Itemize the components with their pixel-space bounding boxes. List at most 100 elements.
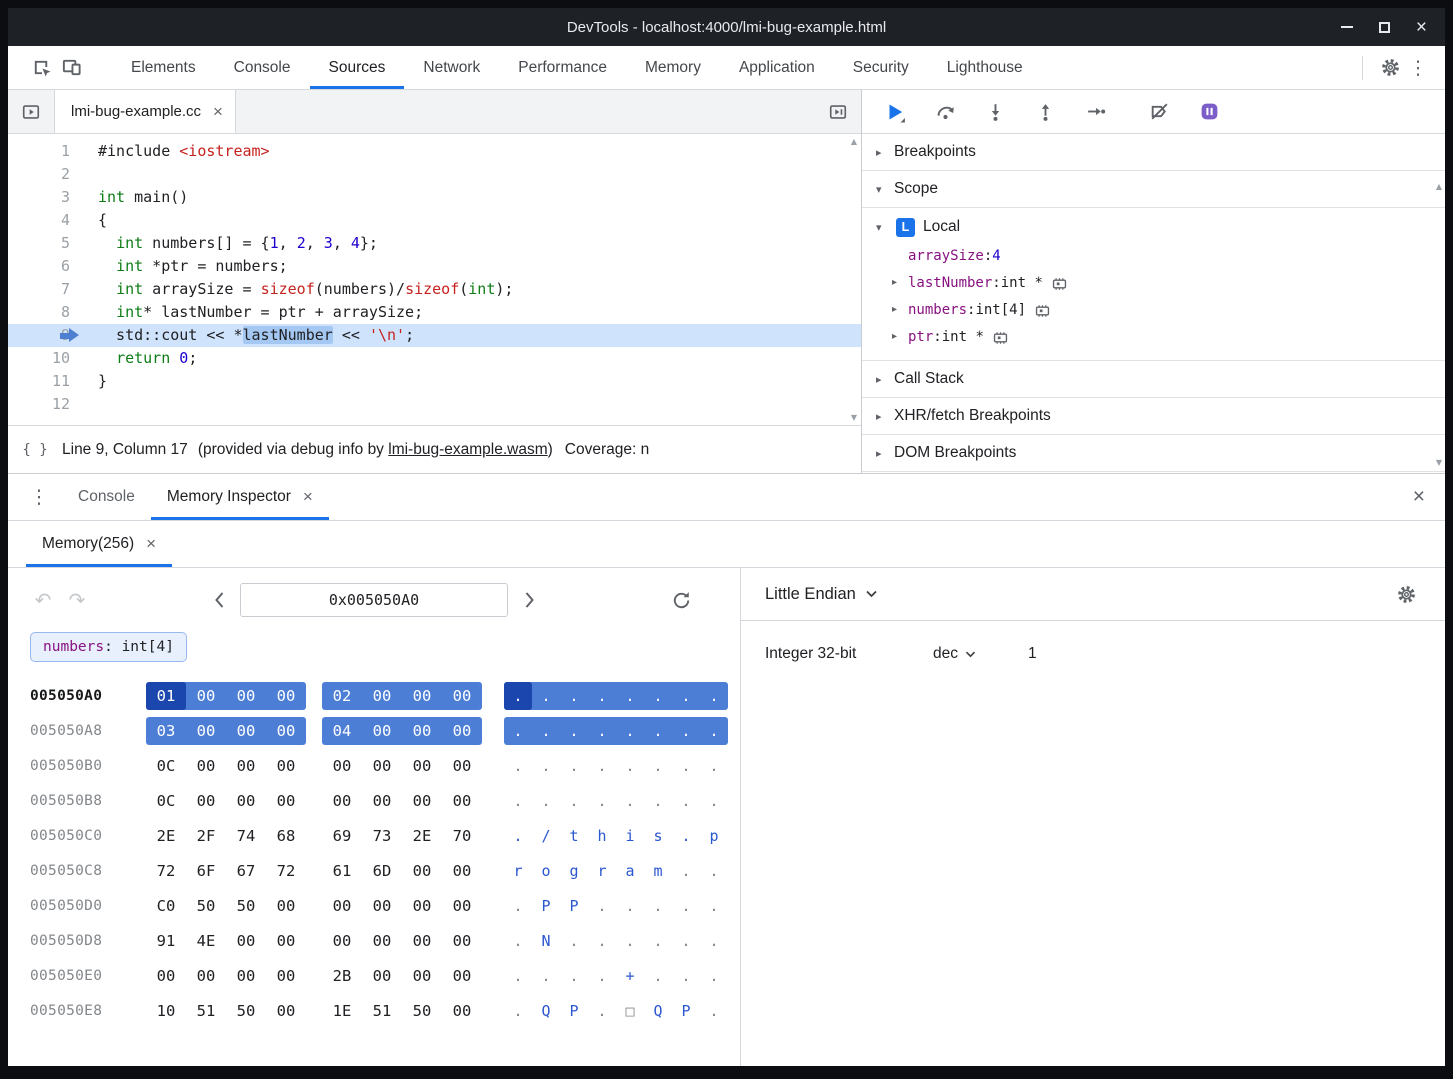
memory-byte[interactable]: 00 [186,752,226,780]
memory-byte[interactable]: 00 [146,962,186,990]
tab-application[interactable]: Application [720,46,834,89]
expand-triangle-icon[interactable] [892,277,908,288]
memory-byte[interactable]: 61 [322,857,362,885]
memory-ascii-char[interactable]: a [616,857,644,885]
memory-byte[interactable]: 00 [442,787,482,815]
line-number[interactable]: 11 [8,370,86,393]
line-number[interactable]: 9 [8,324,86,347]
collapse-triangle-icon[interactable] [876,373,894,386]
memory-inspector-icon[interactable] [992,331,1009,345]
memory-ascii-char[interactable]: . [616,682,644,710]
memory-ascii-char[interactable]: . [532,962,560,990]
line-number[interactable]: 10 [8,347,86,370]
memory-ascii-char[interactable]: . [672,682,700,710]
code-line-7[interactable]: 7 int arraySize = sizeof(numbers)/sizeof… [8,278,861,301]
scope-variable-lastNumber[interactable]: lastNumber: int * [862,269,1445,296]
memory-ascii-char[interactable]: . [504,752,532,780]
memory-byte[interactable]: 2E [402,822,442,850]
memory-ascii-char[interactable]: P [560,892,588,920]
line-number[interactable]: 8 [8,301,86,324]
memory-byte[interactable]: 72 [266,857,306,885]
memory-byte[interactable]: 00 [362,892,402,920]
memory-ascii-char[interactable]: . [616,717,644,745]
memory-byte[interactable]: 50 [226,997,266,1025]
memory-ascii-char[interactable]: . [700,787,728,815]
memory-ascii-char[interactable]: + [616,962,644,990]
memory-byte[interactable]: 00 [402,787,442,815]
memory-byte[interactable]: 74 [226,822,266,850]
memory-byte[interactable]: 00 [226,927,266,955]
maximize-icon[interactable] [1379,22,1390,33]
memory-byte[interactable]: 00 [442,962,482,990]
collapse-triangle-icon[interactable] [876,146,894,159]
deactivate-breakpoints-icon[interactable] [1148,101,1170,123]
memory-ascii-char[interactable]: . [700,962,728,990]
memory-byte[interactable]: 00 [186,962,226,990]
memory-byte[interactable]: 03 [146,717,186,745]
memory-ascii-char[interactable]: s [644,822,672,850]
memory-ascii-char[interactable]: . [504,682,532,710]
memory-byte[interactable]: 68 [266,822,306,850]
memory-byte[interactable]: 00 [226,752,266,780]
memory-ascii-char[interactable]: . [504,892,532,920]
memory-byte[interactable]: 6F [186,857,226,885]
code-line-1[interactable]: 1#include <iostream> [8,140,861,163]
line-number[interactable]: 6 [8,255,86,278]
address-input[interactable] [240,583,508,617]
code-line-9[interactable]: 9 std::cout << *lastNumber << '\n'; [8,324,861,347]
memory-byte[interactable]: 00 [442,997,482,1025]
memory-ascii-char[interactable]: □ [616,997,644,1025]
memory-ascii-char[interactable]: p [700,822,728,850]
memory-ascii-char[interactable]: . [616,927,644,955]
memory-byte[interactable]: 00 [186,787,226,815]
highlight-chip-numbers[interactable]: numbers: int[4] [30,632,187,662]
memory-ascii-char[interactable]: . [672,717,700,745]
editor-scrollbar[interactable] [847,134,861,425]
memory-ascii-char[interactable]: m [644,857,672,885]
section-xhr-breakpoints[interactable]: XHR/fetch Breakpoints [862,398,1445,435]
memory-ascii-char[interactable]: . [616,892,644,920]
previous-page-icon[interactable] [208,589,230,611]
memory-byte[interactable]: 00 [266,717,306,745]
step-icon[interactable] [1084,101,1106,123]
memory-byte[interactable]: 51 [362,997,402,1025]
memory-byte[interactable]: 00 [402,962,442,990]
close-drawer-icon[interactable]: × [1413,485,1425,509]
section-call-stack[interactable]: Call Stack [862,361,1445,398]
memory-ascii-char[interactable]: Q [532,997,560,1025]
memory-ascii-char[interactable]: . [700,717,728,745]
memory-byte[interactable]: 00 [442,682,482,710]
step-out-icon[interactable] [1034,101,1056,123]
memory-byte[interactable]: 00 [362,717,402,745]
expand-triangle-icon[interactable] [892,331,908,342]
memory-byte[interactable]: 1E [322,997,362,1025]
memory-byte[interactable]: 00 [362,752,402,780]
memory-ascii-char[interactable]: . [644,752,672,780]
memory-ascii-char[interactable]: r [588,857,616,885]
memory-ascii-char[interactable]: . [644,682,672,710]
scroll-up-icon[interactable] [851,137,857,146]
memory-ascii-char[interactable]: . [504,717,532,745]
memory-ascii-char[interactable]: Q [644,997,672,1025]
tab-security[interactable]: Security [834,46,928,89]
memory-byte[interactable]: 00 [362,787,402,815]
code-line-5[interactable]: 5 int numbers[] = {1, 2, 3, 4}; [8,232,861,255]
memory-ascii-char[interactable]: g [560,857,588,885]
line-number[interactable]: 5 [8,232,86,255]
memory-byte[interactable]: 69 [322,822,362,850]
close-tab-icon[interactable]: × [303,487,313,507]
memory-ascii-char[interactable]: . [504,927,532,955]
tab-memory-inspector[interactable]: Memory Inspector × [151,474,329,520]
memory-ascii-char[interactable]: . [700,997,728,1025]
memory-ascii-char[interactable]: . [700,927,728,955]
memory-inspector-icon[interactable] [1034,304,1051,318]
memory-ascii-char[interactable]: t [560,822,588,850]
memory-byte[interactable]: 72 [146,857,186,885]
line-number[interactable]: 12 [8,393,86,416]
line-number[interactable]: 7 [8,278,86,301]
tab-performance[interactable]: Performance [499,46,626,89]
tab-console[interactable]: Console [62,474,151,520]
memory-byte[interactable]: 50 [226,892,266,920]
memory-byte[interactable]: 00 [266,682,306,710]
memory-byte[interactable]: 00 [266,997,306,1025]
